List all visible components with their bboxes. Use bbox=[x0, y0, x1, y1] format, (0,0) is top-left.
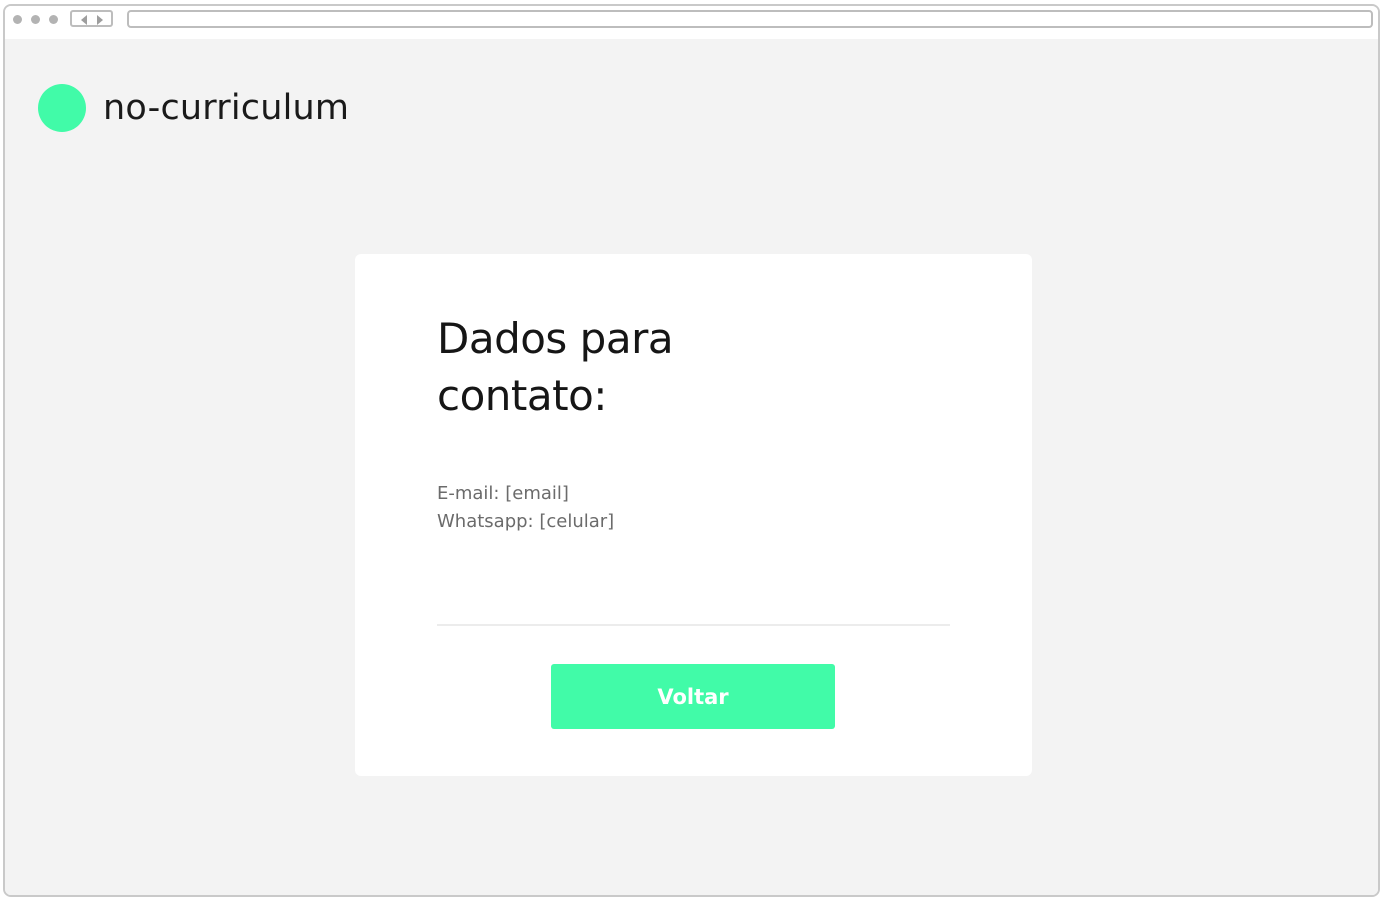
forward-arrow-icon[interactable] bbox=[97, 15, 103, 25]
page-viewport: no-curriculum Dados para contato: E-mail… bbox=[5, 39, 1378, 895]
browser-window: no-curriculum Dados para contato: E-mail… bbox=[3, 4, 1380, 897]
back-arrow-icon[interactable] bbox=[81, 15, 87, 25]
address-bar[interactable] bbox=[127, 10, 1373, 28]
green-circle-logo-icon bbox=[38, 84, 86, 132]
divider bbox=[437, 624, 950, 626]
window-dot-icon bbox=[31, 15, 40, 24]
contact-details: E-mail: [email] Whatsapp: [celular] bbox=[437, 480, 614, 536]
browser-nav-buttons bbox=[70, 10, 113, 27]
window-dot-icon bbox=[13, 15, 22, 24]
contact-card: Dados para contato: E-mail: [email] What… bbox=[355, 254, 1032, 776]
browser-toolbar bbox=[5, 6, 1378, 39]
back-button[interactable]: Voltar bbox=[551, 664, 835, 729]
email-line: E-mail: [email] bbox=[437, 483, 569, 504]
window-dot-icon bbox=[49, 15, 58, 24]
card-title: Dados para contato: bbox=[437, 314, 674, 420]
whatsapp-line: Whatsapp: [celular] bbox=[437, 511, 615, 532]
brand-name: no-curriculum bbox=[103, 88, 350, 128]
